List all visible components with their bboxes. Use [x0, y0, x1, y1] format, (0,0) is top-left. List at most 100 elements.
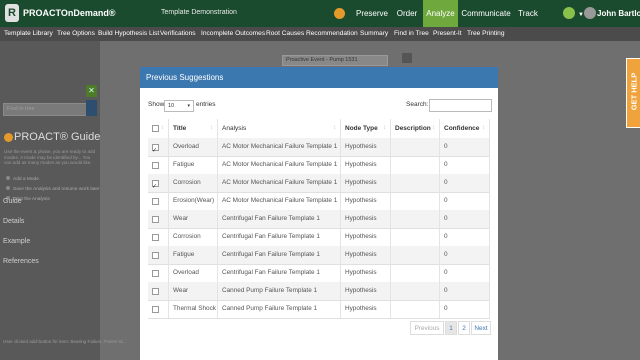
pagination-page[interactable]: 1	[445, 321, 457, 335]
node-type-cell: Hypothesis	[341, 264, 391, 282]
close-icon[interactable]: ✕	[86, 85, 97, 97]
table-row[interactable]: Erosion(Wear) AC Motor Mechanical Failure…	[148, 192, 490, 211]
column-title[interactable]: Title ↕	[169, 119, 218, 138]
sidebar-section-details[interactable]: Details	[3, 218, 24, 225]
pagination-page[interactable]: 2	[458, 321, 470, 335]
subnav-build-hypothesis-list[interactable]: Build Hypothesis List	[98, 27, 159, 41]
previous-suggestions-modal: Previous Suggestions Show 10 ▾ entries S…	[140, 67, 498, 360]
column-node-type-label: Node Type	[345, 125, 378, 132]
sidebar-section-example[interactable]: Example	[3, 238, 30, 245]
row-checkbox[interactable]	[152, 216, 159, 223]
guide-step[interactable]: Add a Mode	[6, 176, 39, 182]
subnav-summary[interactable]: Summary	[360, 27, 388, 41]
row-checkbox[interactable]	[152, 234, 159, 241]
analysis-cell: AC Motor Mechanical Failure Template 1	[218, 156, 341, 174]
search-input[interactable]	[429, 99, 492, 112]
confidence-cell: 0	[440, 174, 490, 192]
node-type-cell: Hypothesis	[341, 282, 391, 300]
table-row[interactable]: Fatigue Centrifugal Fan Failure Template …	[148, 246, 490, 265]
entries-select[interactable]: 10 ▾	[164, 100, 194, 112]
subnav-incomplete-outcomes[interactable]: Incomplete Outcomes	[201, 27, 265, 41]
app-logo[interactable]: R	[5, 4, 19, 22]
nav-communicate[interactable]: Communicate	[460, 0, 512, 27]
node-type-cell: Hypothesis	[341, 138, 391, 156]
table-row[interactable]: Wear Centrifugal Fan Failure Template 1 Hy…	[148, 210, 490, 229]
row-checkbox[interactable]	[152, 178, 159, 192]
pagination-previous[interactable]: Previous	[410, 321, 444, 335]
select-cell	[148, 138, 169, 156]
sort-icon[interactable]: ↕	[333, 119, 336, 138]
subnav-template-library[interactable]: Template Library	[4, 27, 53, 41]
select-all-header[interactable]: ↕	[148, 119, 169, 138]
column-analysis[interactable]: Analysis ↕	[218, 119, 341, 138]
event-node[interactable]: Proactive Event - Pump 1531	[282, 55, 388, 66]
row-checkbox[interactable]	[152, 252, 159, 259]
table-row[interactable]: Fatigue AC Motor Mechanical Failure Templ…	[148, 156, 490, 175]
sort-icon[interactable]: ↕	[432, 119, 435, 138]
status-icon[interactable]	[563, 7, 575, 19]
row-checkbox[interactable]	[152, 198, 159, 205]
subnav-verifications[interactable]: Verifications	[160, 27, 196, 41]
chevron-down-icon: ▾	[187, 103, 190, 109]
get-help-tab[interactable]: GET HELP	[626, 58, 640, 128]
node-type-cell: Hypothesis	[341, 174, 391, 192]
column-description[interactable]: Description ↕	[391, 119, 440, 138]
sort-icon[interactable]: ↕	[210, 119, 213, 138]
analysis-cell: Centrifugal Fan Failure Template 1	[218, 210, 341, 228]
column-analysis-label: Analysis	[222, 125, 247, 132]
subnav-tree-printing[interactable]: Tree Printing	[467, 27, 505, 41]
title-cell: Corrosion	[169, 228, 218, 246]
secondary-toolbar: Template Library Tree Options Build Hypo…	[0, 27, 640, 41]
analysis-cell: AC Motor Mechanical Failure Template 1	[218, 192, 341, 210]
sidebar-section-guide[interactable]: Guide	[3, 198, 22, 205]
table-row[interactable]: CorrosionAC Motor Mechanical Failure Tem…	[148, 174, 490, 193]
guide-title-text: PROACT® Guide	[14, 131, 101, 143]
nav-track[interactable]: Track	[514, 0, 542, 27]
sidebar-section-references[interactable]: References	[3, 258, 39, 265]
select-cell	[148, 174, 169, 192]
sort-icon[interactable]: ↕	[383, 119, 386, 138]
find-in-tree-input[interactable]: Find in tree	[3, 103, 87, 116]
analysis-cell: Canned Pump Failure Template 1	[218, 282, 341, 300]
table-row[interactable]: Wear Canned Pump Failure Template 1 Hypoth…	[148, 282, 490, 301]
row-checkbox[interactable]	[152, 306, 159, 313]
subnav-recommendation[interactable]: Recommendation	[306, 27, 358, 41]
row-checkbox[interactable]	[152, 270, 159, 277]
logo-letter: R	[8, 7, 16, 19]
nav-analyze[interactable]: Analyze	[423, 0, 458, 27]
column-description-label: Description	[395, 125, 431, 132]
table-row[interactable]: Overload Centrifugal Fan Failure Template…	[148, 264, 490, 283]
sort-icon[interactable]: ↕	[161, 119, 164, 138]
column-confidence[interactable]: Confidence ↕	[440, 119, 490, 138]
search-label: Search:	[406, 101, 429, 108]
subnav-tree-options[interactable]: Tree Options	[57, 27, 95, 41]
analysis-cell: Centrifugal Fan Failure Template 1	[218, 228, 341, 246]
search-icon[interactable]	[86, 100, 97, 116]
brand-name[interactable]: PROACTOnDemand®	[23, 8, 115, 18]
row-checkbox[interactable]	[152, 288, 159, 295]
row-checkbox[interactable]	[152, 142, 159, 156]
table-row[interactable]: Thermal Shock Canned Pump Failure Templat…	[148, 300, 490, 319]
row-checkbox[interactable]	[152, 162, 159, 169]
sort-icon[interactable]: ↕	[482, 119, 485, 138]
description-cell	[391, 246, 440, 264]
subnav-root-causes[interactable]: Root Causes	[266, 27, 304, 41]
table-row[interactable]: Corrosion Centrifugal Fan Failure Templat…	[148, 228, 490, 247]
confidence-cell: 0	[440, 246, 490, 264]
table-row[interactable]: OverloadAC Motor Mechanical Failure Temp…	[148, 138, 490, 157]
event-node-button[interactable]	[402, 53, 412, 63]
avatar[interactable]	[584, 7, 596, 19]
subnav-find-in-tree[interactable]: Find in Tree	[394, 27, 429, 41]
select-all-checkbox[interactable]	[152, 125, 159, 132]
user-name[interactable]: John Bartlow	[597, 9, 640, 18]
status-log: User clicked add-button for item: Bearin…	[3, 339, 127, 344]
subnav-present-it[interactable]: Present-It	[433, 27, 462, 41]
column-node-type[interactable]: Node Type ↕	[341, 119, 391, 138]
nav-order[interactable]: Order	[393, 0, 421, 27]
select-cell	[148, 300, 169, 318]
pagination-next[interactable]: Next	[471, 321, 491, 335]
guide-step[interactable]: Save the Analysis and resume work later	[6, 186, 100, 192]
description-cell	[391, 282, 440, 300]
nav-preserve[interactable]: Preserve	[351, 0, 393, 27]
notification-icon[interactable]	[334, 8, 345, 19]
